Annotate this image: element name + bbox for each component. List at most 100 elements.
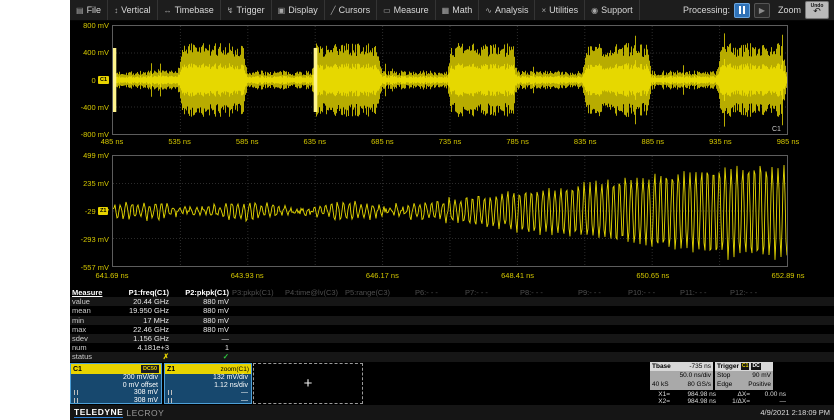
row-label: value <box>70 297 115 306</box>
menu-timebase-label: Timebase <box>175 5 214 15</box>
menu-timebase[interactable]: ↔Timebase <box>158 0 221 20</box>
menu-measure-label: Measure <box>394 5 429 15</box>
z1-meas1: — <box>241 389 248 396</box>
timebase-samples: 40 kS <box>652 381 669 388</box>
measure-col-p1[interactable]: P1:freq(C1) <box>115 288 172 297</box>
status-ok-icon: ✓ <box>172 352 232 361</box>
measure-col-p11[interactable]: P11:- - - <box>680 288 730 297</box>
grid1-xlabel: 685 ns <box>371 137 394 146</box>
timebase-scale: 50.0 ns/div <box>680 372 711 379</box>
processing-controls: Processing: ▶ Zoom Undo ↶ <box>683 1 834 19</box>
measure-col-p4[interactable]: P4:time@lv(C3) <box>285 288 345 297</box>
measure-col-p6[interactable]: P6:- - - <box>415 288 465 297</box>
cursors-icon: ╱ <box>331 6 336 15</box>
z1-descriptor-header: Z1 zoom(C1) <box>165 364 251 374</box>
cursor-readout-x1: X1= 984.98 ns ΔX= 0.00 ns <box>652 391 786 398</box>
trigger-box[interactable]: Trigger C1 DC Stop 90 mV Edge Positive <box>715 362 773 390</box>
zoom-label: Zoom <box>778 5 801 15</box>
menu-math[interactable]: ▦Math <box>436 0 480 20</box>
measure-col-p2[interactable]: P2:pkpk(C1) <box>172 288 232 297</box>
c1-trace-tag: C1 <box>772 126 781 133</box>
measure-icon: ▭ <box>383 6 391 15</box>
menu-display[interactable]: ▣Display <box>272 0 325 20</box>
measure-col-p12[interactable]: P12:- - - <box>730 288 834 297</box>
measure-col-p3[interactable]: P3:pkpk(C1) <box>232 288 285 297</box>
c1-name: C1 <box>73 366 82 373</box>
add-trace-button[interactable]: + <box>253 363 363 404</box>
p1-value: 17 MHz <box>115 316 172 325</box>
menu-analysis[interactable]: ∿Analysis <box>479 0 535 20</box>
trigger-kind: Edge <box>717 381 732 388</box>
measure-row-value: value 20.44 GHz 880 mV <box>70 297 834 306</box>
menu-utilities[interactable]: ×Utilities <box>535 0 585 20</box>
measure-row-status: status ✗ ✓ <box>70 352 834 361</box>
timebase-rate: 80 GS/s <box>688 381 711 388</box>
measure-col-p5[interactable]: P5:range(C3) <box>345 288 415 297</box>
measure-marker-icon <box>168 390 172 395</box>
p2-value: 880 mV <box>172 316 232 325</box>
z1-descriptor-box[interactable]: Z1 zoom(C1) 132 mV/div 1.12 ns/div — — <box>164 363 252 404</box>
z1-meas2: — <box>241 397 248 404</box>
p1-value: 1.156 GHz <box>115 334 172 343</box>
menu-support[interactable]: ◉Support <box>585 0 640 20</box>
measure-col-p9[interactable]: P9:- - - <box>578 288 628 297</box>
row-label: min <box>70 316 115 325</box>
invdx-label: 1/ΔX= <box>716 398 750 405</box>
row-label: status <box>70 352 115 361</box>
undo-zoom-button[interactable]: Undo ↶ <box>805 1 829 19</box>
z1-channel-marker[interactable]: Z1 <box>98 207 108 215</box>
grid1-xlabel: 585 ns <box>236 137 259 146</box>
grid2-ylabel: 235 mV <box>72 179 109 188</box>
grid1-xlabel: 785 ns <box>506 137 529 146</box>
play-icon: ▶ <box>759 6 765 15</box>
menu-utilities-label: Utilities <box>549 5 578 15</box>
dx-label: ΔX= <box>716 391 750 398</box>
pause-button[interactable] <box>734 3 750 18</box>
row-label: sdev <box>70 334 115 343</box>
measure-col-p7[interactable]: P7:- - - <box>465 288 520 297</box>
dx-value: 0.00 ns <box>750 391 786 398</box>
brand-teledyne: TELEDYNE <box>74 407 123 418</box>
p1-value: 22.46 GHz <box>115 325 172 334</box>
p2-value: 880 mV <box>172 297 232 306</box>
plus-icon: + <box>304 375 313 392</box>
menu-cursors-label: Cursors <box>339 5 371 15</box>
c1-waveform <box>113 26 787 134</box>
timebase-label: Tbase <box>652 363 671 370</box>
menu-file[interactable]: ▤File <box>70 0 108 20</box>
menu-trigger-label: Trigger <box>236 5 264 15</box>
oscilloscope-app: ▤File ↕Vertical ↔Timebase ↯Trigger ▣Disp… <box>70 0 834 420</box>
waveform-grid-z1[interactable] <box>112 155 788 267</box>
menu-cursors[interactable]: ╱Cursors <box>325 0 377 20</box>
trigger-icon: ↯ <box>227 6 234 15</box>
measure-table: Measure P1:freq(C1) P2:pkpk(C1) P3:pkpk(… <box>70 288 834 362</box>
menu-vertical-label: Vertical <box>121 5 151 15</box>
row-label: num <box>70 343 115 352</box>
invdx-value: — <box>750 398 786 405</box>
grid2-xlabel: 643.93 ns <box>231 271 264 280</box>
grid2-ylabel: -293 mV <box>72 235 109 244</box>
play-button[interactable]: ▶ <box>754 3 770 18</box>
grid2-xlabel: 641.69 ns <box>96 271 129 280</box>
timebase-box[interactable]: Tbase -735 ns 50.0 ns/div 40 kS 80 GS/s <box>650 362 713 390</box>
measure-col-p8[interactable]: P8:- - - <box>520 288 578 297</box>
p1-value: 4.181e+3 <box>115 343 172 352</box>
menu-analysis-label: Analysis <box>495 5 529 15</box>
c1-channel-marker[interactable]: C1 <box>98 76 109 84</box>
menu-bar: ▤File ↕Vertical ↔Timebase ↯Trigger ▣Disp… <box>70 0 834 21</box>
grid1-ylabel: -400 mV <box>72 103 109 112</box>
brand-lecroy: LECROY <box>126 408 164 418</box>
menu-trigger[interactable]: ↯Trigger <box>221 0 272 20</box>
grid1-xlabel: 835 ns <box>574 137 597 146</box>
measure-col-p10[interactable]: P10:- - - <box>628 288 680 297</box>
math-icon: ▦ <box>442 6 450 15</box>
p1-value: 19.950 GHz <box>115 306 172 315</box>
z1-tscale: 1.12 ns/div <box>214 382 248 389</box>
menu-measure[interactable]: ▭Measure <box>377 0 436 20</box>
c1-descriptor-box[interactable]: C1 DC50 200 mV/div 0 mV offset 308 mV 30… <box>70 363 162 404</box>
z1-scale: 132 mV/div <box>213 374 248 381</box>
x1-value: 984.98 ns <box>670 391 716 398</box>
menu-vertical[interactable]: ↕Vertical <box>108 0 158 20</box>
p2-value: 1 <box>172 343 232 352</box>
waveform-grid-c1[interactable] <box>112 25 788 135</box>
